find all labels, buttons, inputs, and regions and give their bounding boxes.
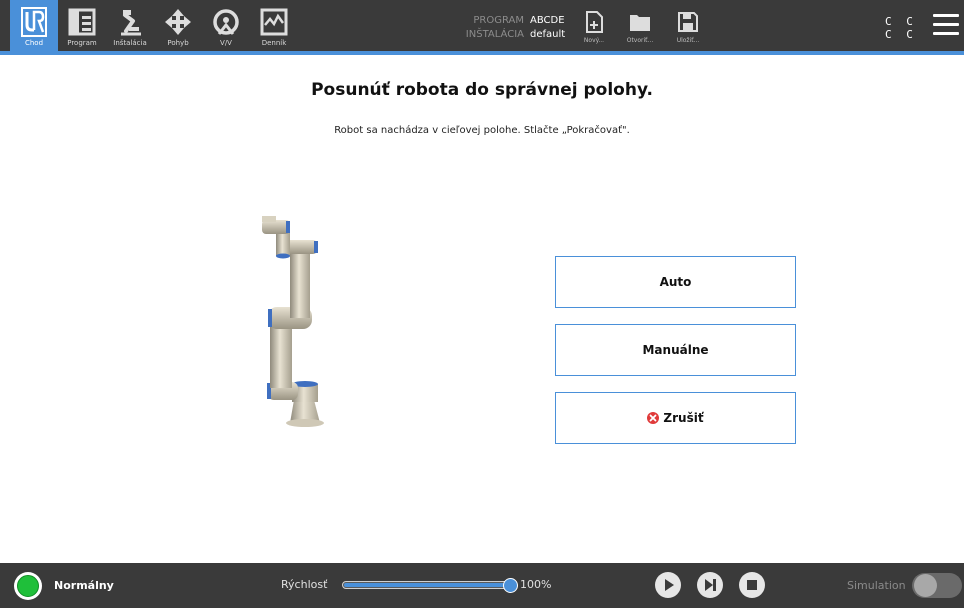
- speed-label: Rýchlosť: [281, 578, 328, 591]
- cancel-x-icon: [647, 412, 660, 424]
- top-bar: Chod Program Inštalácia Pohyb V/V Denník…: [0, 0, 964, 55]
- program-key: PROGRAM: [473, 15, 524, 26]
- nav-run-label: Chod: [24, 39, 44, 47]
- save-icon: [678, 10, 698, 34]
- new-file-button[interactable]: Nový...: [572, 0, 616, 51]
- new-file-icon: [585, 10, 603, 34]
- stop-button[interactable]: [739, 572, 765, 598]
- cc-line-1: C C: [885, 15, 917, 28]
- stop-icon: [747, 580, 757, 590]
- nav-run-tab[interactable]: Chod: [10, 0, 58, 51]
- simulation-toggle[interactable]: [912, 573, 962, 598]
- program-icon: [65, 6, 99, 38]
- play-icon: [665, 579, 674, 591]
- save-file-label: Uložiť...: [676, 37, 700, 44]
- speed-slider[interactable]: [342, 578, 518, 593]
- log-icon: [257, 6, 291, 38]
- cancel-button[interactable]: Zrušiť: [555, 392, 796, 444]
- nav-log-label: Denník: [261, 39, 287, 47]
- save-file-button[interactable]: Uložiť...: [666, 0, 710, 51]
- cc-line-2: C C: [885, 28, 917, 41]
- ur-logo-icon: [17, 6, 51, 38]
- hamburger-menu-icon[interactable]: [933, 14, 959, 36]
- program-name: ABCDE: [530, 15, 565, 26]
- page-title: Posunúť robota do správnej polohy.: [311, 80, 653, 100]
- manual-button[interactable]: Manuálne: [555, 324, 796, 376]
- open-folder-icon: [629, 10, 651, 34]
- robot-arm-illustration: [250, 208, 340, 433]
- step-icon: [705, 579, 716, 591]
- cc-indicator: C C C C: [885, 15, 917, 41]
- bottom-bar: Normálny Rýchlosť 100% Simulation: [0, 563, 964, 608]
- installation-name: default: [530, 29, 566, 40]
- installation-key: INŠTALÁCIA: [465, 29, 524, 40]
- speed-value: 100%: [520, 578, 552, 591]
- robot-status-icon[interactable]: [14, 572, 42, 600]
- nav-io-label: V/V: [220, 39, 232, 47]
- nav-move-tab[interactable]: Pohyb: [154, 0, 202, 51]
- auto-button[interactable]: Auto: [555, 256, 796, 308]
- page-subtitle: Robot sa nachádza v cieľovej polohe. Stl…: [334, 125, 630, 136]
- robot-status-label: Normálny: [54, 579, 114, 592]
- step-button[interactable]: [697, 572, 723, 598]
- installation-icon: [113, 6, 147, 38]
- simulation-label: Simulation: [847, 579, 906, 592]
- move-icon: [161, 6, 195, 38]
- nav-move-label: Pohyb: [167, 39, 189, 47]
- nav-installation-tab[interactable]: Inštalácia: [106, 0, 154, 51]
- nav-program-tab[interactable]: Program: [58, 0, 106, 51]
- nav-io-tab[interactable]: V/V: [202, 0, 250, 51]
- speed-slider-thumb[interactable]: [503, 578, 518, 593]
- nav-installation-label: Inštalácia: [113, 39, 147, 47]
- open-file-label: Otvoriť...: [626, 37, 654, 44]
- program-info: PROGRAM ABCDE INŠTALÁCIA default: [430, 14, 565, 42]
- new-file-label: Nový...: [583, 37, 605, 44]
- nav-program-label: Program: [67, 39, 97, 47]
- open-file-button[interactable]: Otvoriť...: [618, 0, 662, 51]
- nav-log-tab[interactable]: Denník: [250, 0, 298, 51]
- play-button[interactable]: [655, 572, 681, 598]
- cancel-button-label: Zrušiť: [663, 411, 704, 425]
- speed-slider-fill: [344, 583, 510, 587]
- io-icon: [209, 6, 243, 38]
